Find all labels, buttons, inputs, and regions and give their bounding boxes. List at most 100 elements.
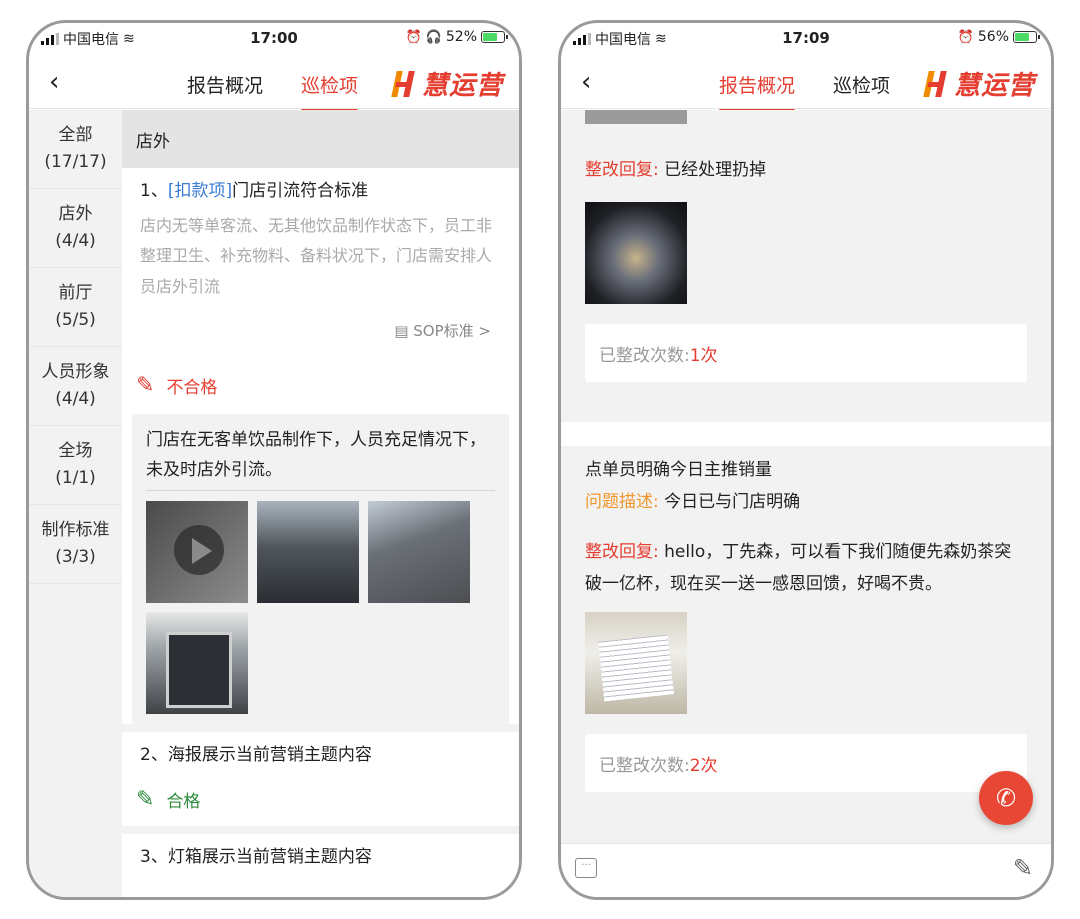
brand-logo: 慧运营	[922, 65, 1035, 102]
issue-text: 门店在无客单饮品制作下，人员充足情况下，未及时店外引流。	[146, 426, 495, 491]
sidebar-item-whole-venue[interactable]: 全场 (1/1)	[29, 426, 122, 505]
inspection-item-title[interactable]: 2、海报展示当前营销主题内容	[122, 732, 519, 765]
divider	[561, 422, 1051, 446]
status-right: ⏰ 56%	[957, 29, 1040, 45]
desc-label: 问题描述:	[585, 492, 659, 512]
sidebar-item-outside[interactable]: 店外 (4/4)	[29, 189, 122, 268]
sidebar-item-count: (5/5)	[55, 310, 96, 330]
tab-report-overview[interactable]: 报告概况	[719, 71, 796, 112]
logo-mark-icon	[390, 69, 418, 99]
rectify-count-box: 已整改次数: 2次	[585, 734, 1027, 792]
headphone-icon: 🎧	[425, 29, 442, 45]
sidebar-item-production-standard[interactable]: 制作标准 (3/3)	[29, 505, 122, 584]
battery-percent: 52%	[445, 29, 477, 45]
count-value: 2次	[689, 755, 718, 776]
book-icon: ▤	[394, 322, 409, 341]
divider	[122, 825, 519, 834]
photo-grid	[146, 491, 495, 714]
reply-text: 已经处理扔掉	[664, 160, 767, 180]
battery-icon	[481, 31, 508, 43]
back-icon[interactable]: ‹	[581, 67, 591, 97]
video-thumbnail[interactable]	[146, 500, 248, 603]
desc-text: 今日已与门店明确	[664, 492, 801, 512]
battery-percent: 56%	[977, 29, 1009, 45]
tab-report-overview[interactable]: 报告概况	[187, 71, 263, 98]
item-title: 点单员明确今日主推销量	[585, 460, 772, 480]
reply-label: 整改回复:	[585, 160, 659, 180]
nav-bar: ‹ 报告概况 巡检项 慧运营	[561, 57, 1051, 112]
result-label: 合格	[166, 791, 201, 812]
tab-inspection-items[interactable]: 巡检项	[301, 71, 359, 112]
tab-inspection-items[interactable]: 巡检项	[833, 71, 890, 98]
sidebar-item-label: 全部	[58, 124, 93, 145]
count-value: 1次	[689, 345, 718, 366]
alarm-icon: ⏰	[957, 29, 974, 45]
sidebar-item-count: (4/4)	[55, 389, 96, 409]
back-icon[interactable]: ‹	[49, 67, 59, 97]
report-body: 整改回复: 已经处理扔掉 已整改次数: 1次 点单员明确今日主推销量 问题描述:…	[561, 110, 1051, 843]
reply-label: 整改回复:	[585, 542, 659, 562]
divider	[122, 723, 519, 732]
result-label: 不合格	[166, 378, 218, 399]
sidebar-item-count: (3/3)	[55, 547, 96, 567]
status-right: ⏰ 🎧 52%	[405, 29, 508, 45]
sidebar-item-count: (17/17)	[44, 152, 107, 172]
stamp-fail-icon: ✎	[136, 373, 155, 399]
bottom-toolbar: ··· ✎	[561, 843, 1051, 897]
rectification-card: 整改回复: 已经处理扔掉 已整改次数: 1次	[571, 110, 1041, 422]
comment-icon[interactable]: ···	[575, 858, 597, 878]
phone-call-button[interactable]: ✆	[979, 771, 1033, 825]
category-sidebar: 全部 (17/17) 店外 (4/4) 前厅 (5/5) 人员形象 (4/4) …	[29, 110, 122, 897]
stamp-pass-icon: ✎	[136, 786, 155, 812]
item-index: 1、	[140, 181, 168, 201]
sop-label: SOP标准 >	[413, 322, 491, 341]
brand-logo: 慧运营	[390, 65, 503, 102]
play-icon	[192, 537, 212, 564]
item-title-text: 门店引流符合标准	[232, 181, 369, 201]
edit-icon[interactable]: ✎	[1013, 854, 1033, 882]
reply-line: 整改回复: 已经处理扔掉	[585, 154, 1017, 186]
nav-bar: ‹ 报告概况 巡检项 慧运营	[29, 57, 519, 112]
sidebar-item-front-hall[interactable]: 前厅 (5/5)	[29, 268, 122, 347]
section-title: 店外	[122, 110, 519, 168]
logo-text: 慧运营	[953, 71, 1035, 101]
photo-thumbnail[interactable]	[368, 500, 470, 603]
deduction-tag: [扣款项]	[167, 181, 233, 201]
sidebar-item-count: (1/1)	[55, 468, 96, 488]
photo-thumbnail[interactable]	[146, 611, 248, 714]
alarm-icon: ⏰	[405, 29, 422, 45]
sidebar-item-label: 店外	[58, 203, 93, 224]
sidebar-item-label: 前厅	[58, 282, 93, 303]
battery-icon	[1013, 31, 1040, 43]
phone-icon: ✆	[995, 784, 1017, 812]
inspection-item-title[interactable]: 3、灯箱展示当前营销主题内容	[122, 834, 519, 867]
photo-thumbnail[interactable]	[585, 612, 687, 714]
issue-box: 门店在无客单饮品制作下，人员充足情况下，未及时店外引流。	[132, 414, 509, 724]
sop-standard-link[interactable]: ▤ SOP标准 >	[122, 302, 519, 341]
item-description: 店内无等单客流、无其他饮品制作状态下，员工非整理卫生、补充物料、备料状况下，门店…	[140, 216, 493, 296]
status-bar: 中国电信 ≋ 17:09 ⏰ 56%	[561, 23, 1051, 55]
sidebar-item-label: 全场	[58, 440, 93, 461]
inspection-item-title[interactable]: 1、[扣款项]门店引流符合标准	[122, 168, 519, 201]
logo-text: 慧运营	[421, 71, 503, 101]
desc-line: 问题描述: 今日已与门店明确	[585, 486, 1017, 518]
sidebar-item-all[interactable]: 全部 (17/17)	[29, 110, 122, 189]
photo-thumbnail[interactable]	[257, 500, 359, 603]
sidebar-item-staff-image[interactable]: 人员形象 (4/4)	[29, 347, 122, 426]
count-label: 已整改次数:	[599, 345, 690, 366]
status-bar: 中国电信 ≋ 17:00 ⏰ 🎧 52%	[29, 23, 519, 55]
phone-right: 中国电信 ≋ 17:09 ⏰ 56% ‹ 报告概况 巡检项 慧运营 整改回复: …	[558, 20, 1054, 900]
sidebar-item-label: 制作标准	[41, 519, 110, 540]
result-pass: ✎ 合格	[122, 765, 519, 812]
count-label: 已整改次数:	[599, 755, 690, 776]
reply-line: 整改回复: hello，丁先森，可以看下我们随便先森奶茶突破一亿杯，现在买一送一…	[585, 536, 1017, 601]
rectification-card: 点单员明确今日主推销量 问题描述: 今日已与门店明确 整改回复: hello，丁…	[571, 446, 1041, 836]
sidebar-item-count: (4/4)	[55, 231, 96, 251]
photo-thumbnail[interactable]	[585, 202, 687, 304]
logo-mark-icon	[922, 69, 950, 99]
phone-left: 中国电信 ≋ 17:00 ⏰ 🎧 52% ‹ 报告概况 巡检项 慧运营 全部 (…	[26, 20, 522, 900]
inspection-content: 店外 1、[扣款项]门店引流符合标准 店内无等单客流、无其他饮品制作状态下，员工…	[122, 110, 519, 897]
rectify-count-box: 已整改次数: 1次	[585, 324, 1027, 382]
sidebar-item-label: 人员形象	[41, 361, 110, 382]
photo-thumbnail[interactable]	[585, 110, 687, 124]
